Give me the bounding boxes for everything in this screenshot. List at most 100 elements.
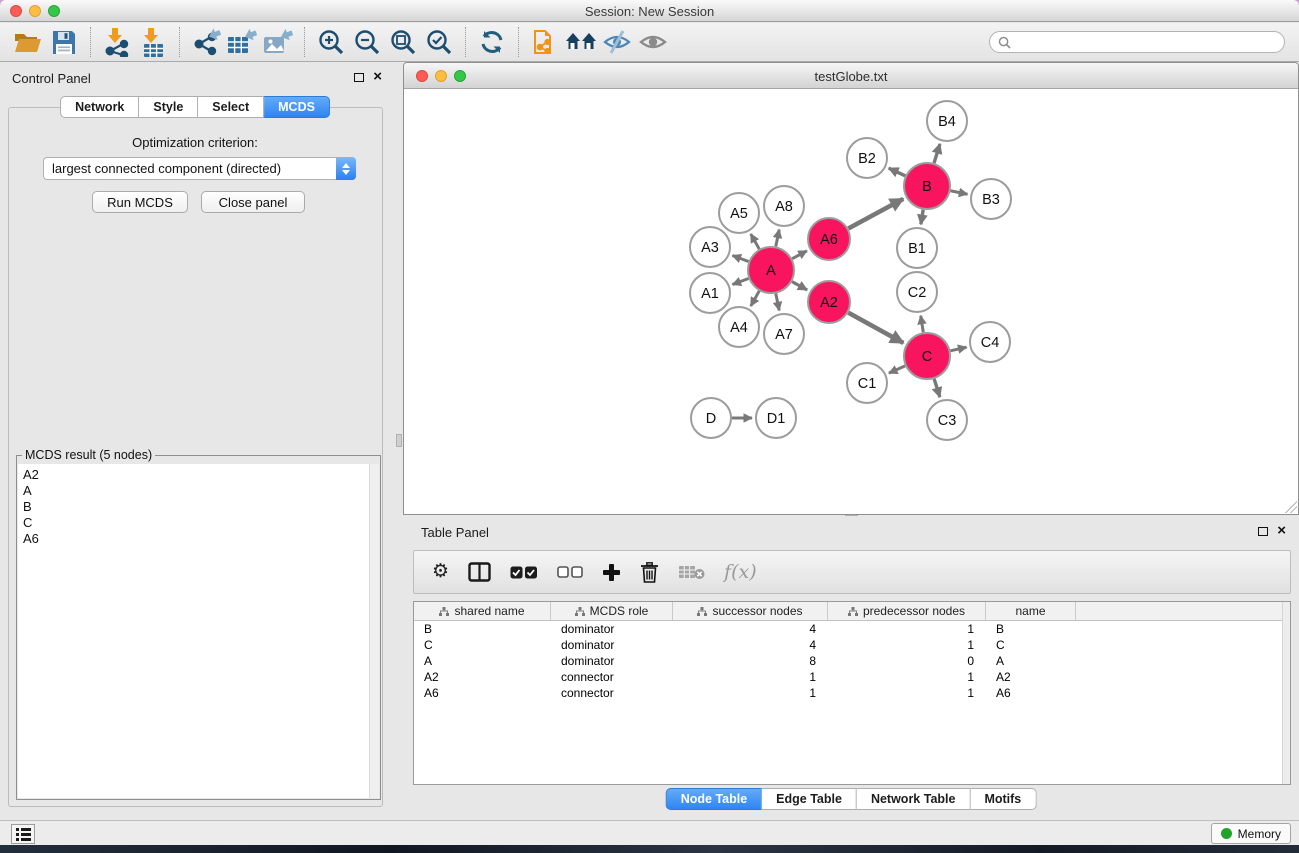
save-session-button[interactable] — [46, 26, 82, 58]
table-row[interactable]: Bdominator41B — [414, 621, 1290, 637]
result-item[interactable]: B — [23, 499, 369, 515]
result-item[interactable]: C — [23, 515, 369, 531]
column-header-successor-nodes[interactable]: successor nodes — [673, 602, 828, 620]
dropdown-stepper-icon — [336, 157, 356, 180]
graph-node-label: C4 — [981, 335, 1000, 351]
cell-mcds-role: connector — [551, 686, 673, 700]
delete-table-button[interactable] — [678, 564, 705, 580]
table-row[interactable]: A6connector11A6 — [414, 685, 1290, 701]
deselect-all-button[interactable] — [557, 566, 583, 578]
hide-selected-button[interactable] — [599, 26, 635, 58]
close-table-panel-icon[interactable]: × — [1277, 526, 1286, 536]
table-row[interactable]: A2connector11A2 — [414, 669, 1290, 685]
network-view-window: testGlobe.txt B4B2BB3A5A8A6A3AB1A1A2C2A4… — [403, 62, 1299, 515]
new-network-from-selection-button[interactable] — [527, 26, 563, 58]
cell-successor-nodes: 1 — [673, 670, 828, 684]
graph-edge-B-B2[interactable] — [889, 168, 906, 176]
refresh-button[interactable] — [474, 26, 510, 58]
checked-boxes-icon — [510, 566, 538, 579]
column-header-predecessor-nodes[interactable]: predecessor nodes — [828, 602, 986, 620]
houses-button[interactable] — [563, 26, 599, 58]
graph-edge-A-A2[interactable] — [792, 282, 807, 290]
graph-edge-B-B3[interactable] — [951, 191, 968, 194]
graph-edge-C-C1[interactable] — [889, 366, 905, 373]
zoom-in-button[interactable] — [313, 26, 349, 58]
graph-edge-A6-B[interactable] — [848, 199, 903, 229]
table-row[interactable]: Cdominator41C — [414, 637, 1290, 653]
column-header-mcds-role[interactable]: MCDS role — [551, 602, 673, 620]
search-field[interactable] — [989, 31, 1285, 53]
graph-node-label: C3 — [938, 413, 957, 429]
graph-edge-A-A1[interactable] — [732, 278, 748, 284]
tab-mcds[interactable]: MCDS — [264, 96, 330, 118]
import-table-button[interactable] — [135, 26, 171, 58]
toolbar-separator — [90, 27, 91, 57]
tab-node-table[interactable]: Node Table — [666, 788, 762, 810]
table-scrollbar[interactable] — [1282, 602, 1290, 784]
criterion-dropdown[interactable]: largest connected component (directed) — [43, 157, 356, 180]
close-panel-icon[interactable]: × — [373, 72, 382, 82]
graph-edge-B-B1[interactable] — [921, 210, 923, 225]
tab-network[interactable]: Network — [60, 96, 139, 118]
memory-button[interactable]: Memory — [1211, 823, 1291, 844]
zoom-out-button[interactable] — [349, 26, 385, 58]
graph-edge-A-A8[interactable] — [776, 230, 779, 247]
result-item[interactable]: A2 — [23, 467, 369, 483]
graph-edge-A-A5[interactable] — [751, 234, 760, 249]
column-header-name[interactable]: name — [986, 602, 1076, 620]
show-column-button[interactable] — [468, 562, 491, 582]
export-image-icon — [262, 27, 294, 57]
result-item[interactable]: A6 — [23, 531, 369, 547]
mcds-result-list[interactable]: A2ABCA6 — [18, 464, 369, 798]
export-image-button[interactable] — [260, 26, 296, 58]
import-table-icon — [138, 27, 168, 57]
zoom-fit-button[interactable] — [385, 26, 421, 58]
cell-shared-name: C — [414, 638, 551, 652]
network-window-titlebar[interactable]: testGlobe.txt — [404, 63, 1298, 89]
result-item[interactable]: A — [23, 483, 369, 499]
function-builder-button[interactable]: f(x) — [724, 561, 757, 583]
tab-style[interactable]: Style — [139, 96, 198, 118]
tab-select[interactable]: Select — [198, 96, 264, 118]
graph-edge-A-A6[interactable] — [792, 251, 807, 259]
graph-edge-A-A7[interactable] — [776, 294, 779, 311]
tab-motifs[interactable]: Motifs — [970, 788, 1036, 810]
search-input[interactable] — [1016, 35, 1276, 49]
graph-edge-B-B4[interactable] — [934, 144, 940, 163]
vertical-splitter-handle[interactable] — [396, 434, 402, 447]
zoom-selected-button[interactable] — [421, 26, 457, 58]
graph-edge-A-A4[interactable] — [751, 291, 760, 306]
create-column-button[interactable] — [602, 563, 621, 582]
graph-node-label: A8 — [775, 199, 793, 215]
graph-edge-A2-C[interactable] — [848, 313, 903, 343]
toolbar-separator — [518, 27, 519, 57]
run-mcds-button[interactable]: Run MCDS — [92, 191, 188, 213]
graph-edge-C-C2[interactable] — [921, 316, 924, 333]
column-header-shared-name[interactable]: shared name — [414, 602, 551, 620]
task-history-button[interactable] — [11, 824, 35, 844]
tab-edge-table[interactable]: Edge Table — [762, 788, 857, 810]
fx-icon: f(x) — [724, 561, 757, 583]
open-session-button[interactable] — [10, 26, 46, 58]
graph-edge-C-C3[interactable] — [934, 379, 940, 397]
table-settings-button[interactable]: ⚙ — [432, 562, 449, 582]
graph-edge-C-C4[interactable] — [950, 347, 966, 351]
export-table-button[interactable] — [224, 26, 260, 58]
graph-edge-A-A3[interactable] — [732, 255, 748, 261]
tab-network-table[interactable]: Network Table — [857, 788, 971, 810]
window-resize-grip[interactable] — [1285, 501, 1297, 513]
result-list-scrollbar[interactable] — [369, 464, 379, 798]
cell-name: A2 — [986, 670, 1076, 684]
graph-node-label: A2 — [820, 295, 838, 311]
delete-column-button[interactable] — [640, 562, 659, 583]
import-network-button[interactable] — [99, 26, 135, 58]
float-table-panel-icon[interactable] — [1258, 527, 1268, 536]
select-all-button[interactable] — [510, 566, 538, 579]
close-panel-button[interactable]: Close panel — [201, 191, 305, 213]
float-panel-icon[interactable] — [354, 73, 364, 82]
show-all-button[interactable] — [635, 26, 671, 58]
table-row[interactable]: Adominator80A — [414, 653, 1290, 669]
network-canvas[interactable]: B4B2BB3A5A8A6A3AB1A1A2C2A4A7C4CC1DD1C3 — [404, 90, 1298, 514]
cell-shared-name: B — [414, 622, 551, 636]
export-network-button[interactable] — [188, 26, 224, 58]
